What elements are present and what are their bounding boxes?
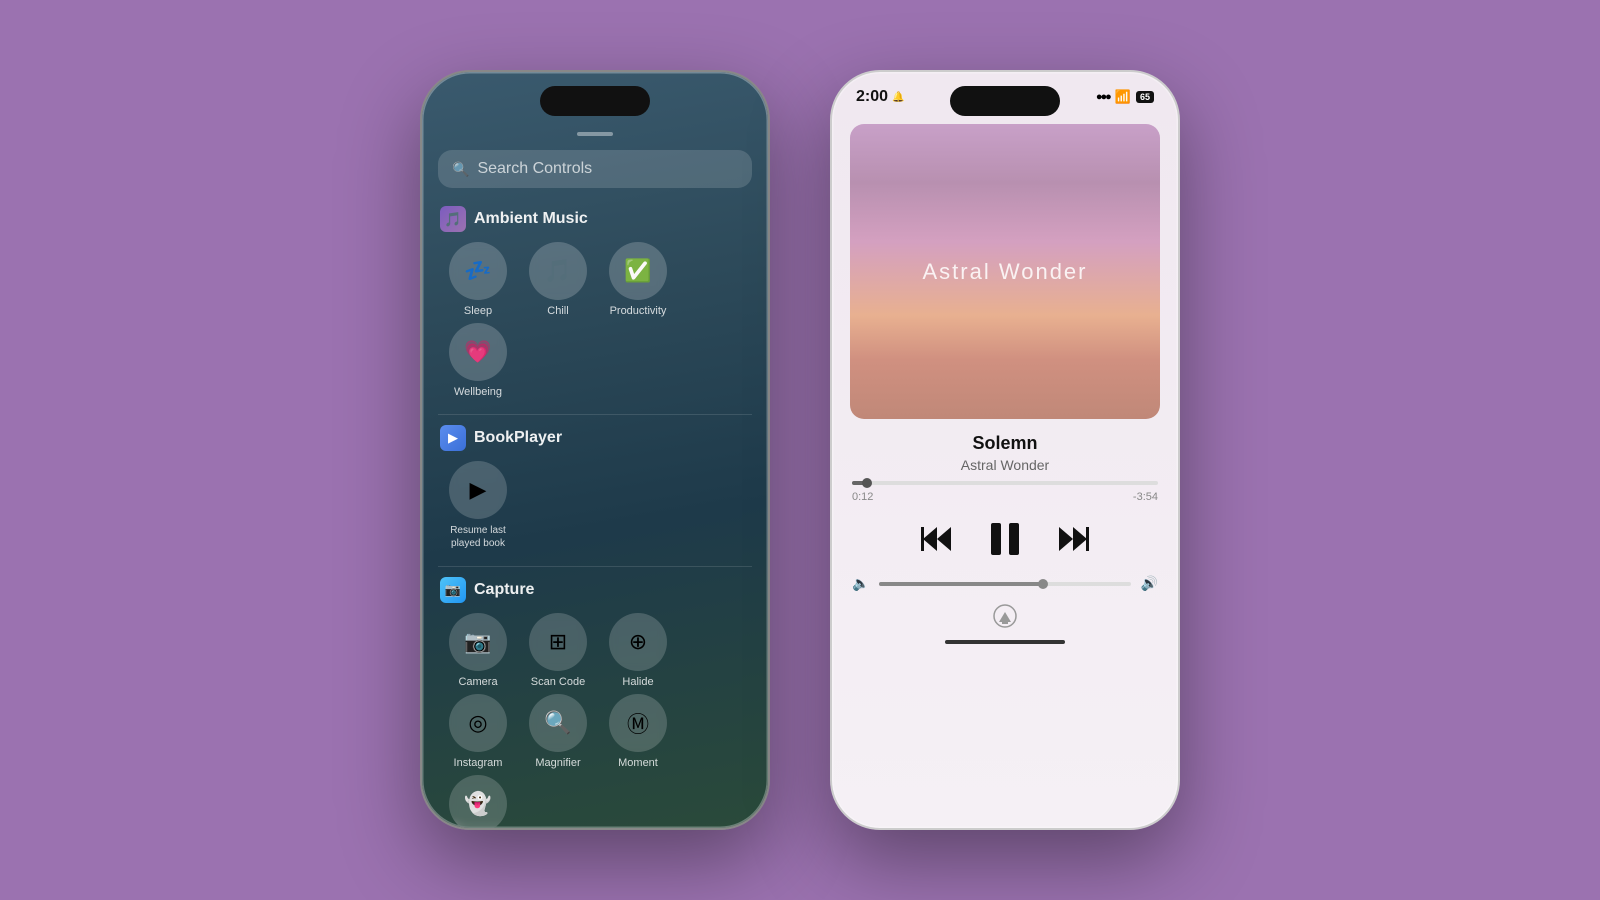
airplay-row	[832, 602, 1178, 630]
bookplayer-icon: ▶	[440, 425, 466, 451]
moment-item[interactable]: Ⓜ Moment	[598, 694, 678, 769]
track-album: Astral Wonder	[832, 457, 1178, 473]
capture-title: Capture	[474, 581, 534, 599]
volume-low-icon: 🔈	[852, 575, 869, 592]
volume-fill	[879, 582, 1042, 586]
instagram-icon-circle: ◎	[449, 694, 507, 752]
volume-high-icon: 🔊	[1141, 575, 1158, 592]
right-phone-content: 2:00 🔔 ●●● 📶 65 Astral Wonder Solemn Ast…	[832, 72, 1178, 828]
track-info: Solemn Astral Wonder	[832, 433, 1178, 473]
dynamic-island-right	[950, 86, 1060, 116]
halide-item[interactable]: ⊕ Halide	[598, 613, 678, 688]
ambient-music-section: 🎵 Ambient Music 💤 Sleep 🎵 Chill ✅	[422, 206, 768, 404]
resume-book-icon-circle: ▶	[449, 461, 507, 519]
camera-icon-circle: 📷	[449, 613, 507, 671]
capture-icon: 📷	[440, 577, 466, 603]
capture-grid: 📷 Camera ⊞ Scan Code ⊕ Halide ◎ Instagra…	[438, 613, 752, 828]
skip-forward-icon	[1055, 521, 1091, 557]
halide-label: Halide	[622, 676, 653, 688]
instagram-item[interactable]: ◎ Instagram	[438, 694, 518, 769]
magnifier-item[interactable]: 🔍 Magnifier	[518, 694, 598, 769]
airplay-icon	[991, 602, 1019, 630]
bookplayer-grid: ▶ Resume lastplayed book	[438, 461, 752, 556]
instagram-label: Instagram	[454, 757, 503, 769]
resume-book-item[interactable]: ▶ Resume lastplayed book	[438, 461, 518, 550]
chill-icon-circle: 🎵	[529, 242, 587, 300]
resume-book-label: Resume lastplayed book	[450, 524, 506, 550]
moment-icon-circle: Ⓜ	[609, 694, 667, 752]
phone-left: 🔍 Search Controls 🎵 Ambient Music 💤 Slee…	[420, 70, 770, 830]
progress-section[interactable]: 0:12 -3:54	[832, 481, 1178, 503]
signal-icon: ●●●	[1096, 91, 1110, 103]
sleep-icon-circle: 💤	[449, 242, 507, 300]
scan-code-label: Scan Code	[531, 676, 585, 688]
wifi-icon: 📶	[1115, 89, 1131, 105]
progress-times: 0:12 -3:54	[852, 491, 1158, 503]
wellbeing-label: Wellbeing	[454, 386, 502, 398]
moment-label: Moment	[618, 757, 658, 769]
ambient-chill-item[interactable]: 🎵 Chill	[518, 242, 598, 317]
pause-button[interactable]	[983, 517, 1027, 561]
time-text: 2:00	[856, 88, 888, 106]
pause-icon	[983, 517, 1027, 561]
battery-indicator: 65	[1136, 91, 1154, 103]
skip-back-icon	[919, 521, 955, 557]
skip-forward-button[interactable]	[1055, 521, 1091, 557]
skip-back-button[interactable]	[919, 521, 955, 557]
magnifier-icon-circle: 🔍	[529, 694, 587, 752]
playback-controls	[832, 517, 1178, 561]
album-art: Astral Wonder	[850, 124, 1160, 419]
home-indicator	[945, 640, 1065, 644]
bell-icon: 🔔	[892, 92, 904, 103]
time-current: 0:12	[852, 491, 873, 503]
ambient-music-header: 🎵 Ambient Music	[438, 206, 752, 232]
phones-container: 🔍 Search Controls 🎵 Ambient Music 💤 Slee…	[420, 70, 1180, 830]
progress-dot	[862, 478, 872, 488]
drag-handle	[577, 132, 613, 136]
ambient-music-icon: 🎵	[440, 206, 466, 232]
divider-2	[438, 566, 752, 567]
halide-icon-circle: ⊕	[609, 613, 667, 671]
dynamic-island-left	[540, 86, 650, 116]
search-bar[interactable]: 🔍 Search Controls	[438, 150, 752, 188]
search-placeholder: Search Controls	[477, 160, 592, 178]
capture-header: 📷 Capture	[438, 577, 752, 603]
productivity-icon-circle: ✅	[609, 242, 667, 300]
bookplayer-section: ▶ BookPlayer ▶ Resume lastplayed book	[422, 425, 768, 556]
snapchat-icon-circle: 👻	[449, 775, 507, 828]
ambient-wellbeing-item[interactable]: 💗 Wellbeing	[438, 323, 518, 398]
divider-1	[438, 414, 752, 415]
chill-label: Chill	[547, 305, 568, 317]
camera-label: Camera	[458, 676, 497, 688]
scan-code-item[interactable]: ⊞ Scan Code	[518, 613, 598, 688]
album-gradient: Astral Wonder	[850, 124, 1160, 419]
ambient-music-grid: 💤 Sleep 🎵 Chill ✅ Productivity 💗 Wellbei…	[438, 242, 752, 404]
status-time: 2:00 🔔	[856, 88, 904, 106]
ambient-productivity-item[interactable]: ✅ Productivity	[598, 242, 678, 317]
ambient-music-title: Ambient Music	[474, 210, 588, 228]
ambient-sleep-item[interactable]: 💤 Sleep	[438, 242, 518, 317]
bookplayer-title: BookPlayer	[474, 429, 562, 447]
wellbeing-icon-circle: 💗	[449, 323, 507, 381]
left-phone-content: 🔍 Search Controls 🎵 Ambient Music 💤 Slee…	[422, 72, 768, 828]
status-right-icons: ●●● 📶 65	[1096, 89, 1154, 105]
snapchat-item[interactable]: 👻 Snapchat	[438, 775, 518, 828]
volume-section[interactable]: 🔈 🔊	[832, 575, 1178, 592]
camera-item[interactable]: 📷 Camera	[438, 613, 518, 688]
sleep-label: Sleep	[464, 305, 492, 317]
time-remaining: -3:54	[1133, 491, 1158, 503]
airplay-button[interactable]	[991, 602, 1019, 630]
album-title-overlay: Astral Wonder	[923, 259, 1088, 285]
volume-bar[interactable]	[879, 582, 1130, 586]
bookplayer-header: ▶ BookPlayer	[438, 425, 752, 451]
search-icon: 🔍	[452, 161, 469, 178]
scan-code-icon-circle: ⊞	[529, 613, 587, 671]
phone-right: 2:00 🔔 ●●● 📶 65 Astral Wonder Solemn Ast…	[830, 70, 1180, 830]
track-name: Solemn	[832, 433, 1178, 454]
capture-section: 📷 Capture 📷 Camera ⊞ Scan Code ⊕	[422, 577, 768, 828]
productivity-label: Productivity	[610, 305, 667, 317]
magnifier-label: Magnifier	[535, 757, 580, 769]
volume-dot	[1038, 579, 1048, 589]
progress-bar[interactable]	[852, 481, 1158, 485]
